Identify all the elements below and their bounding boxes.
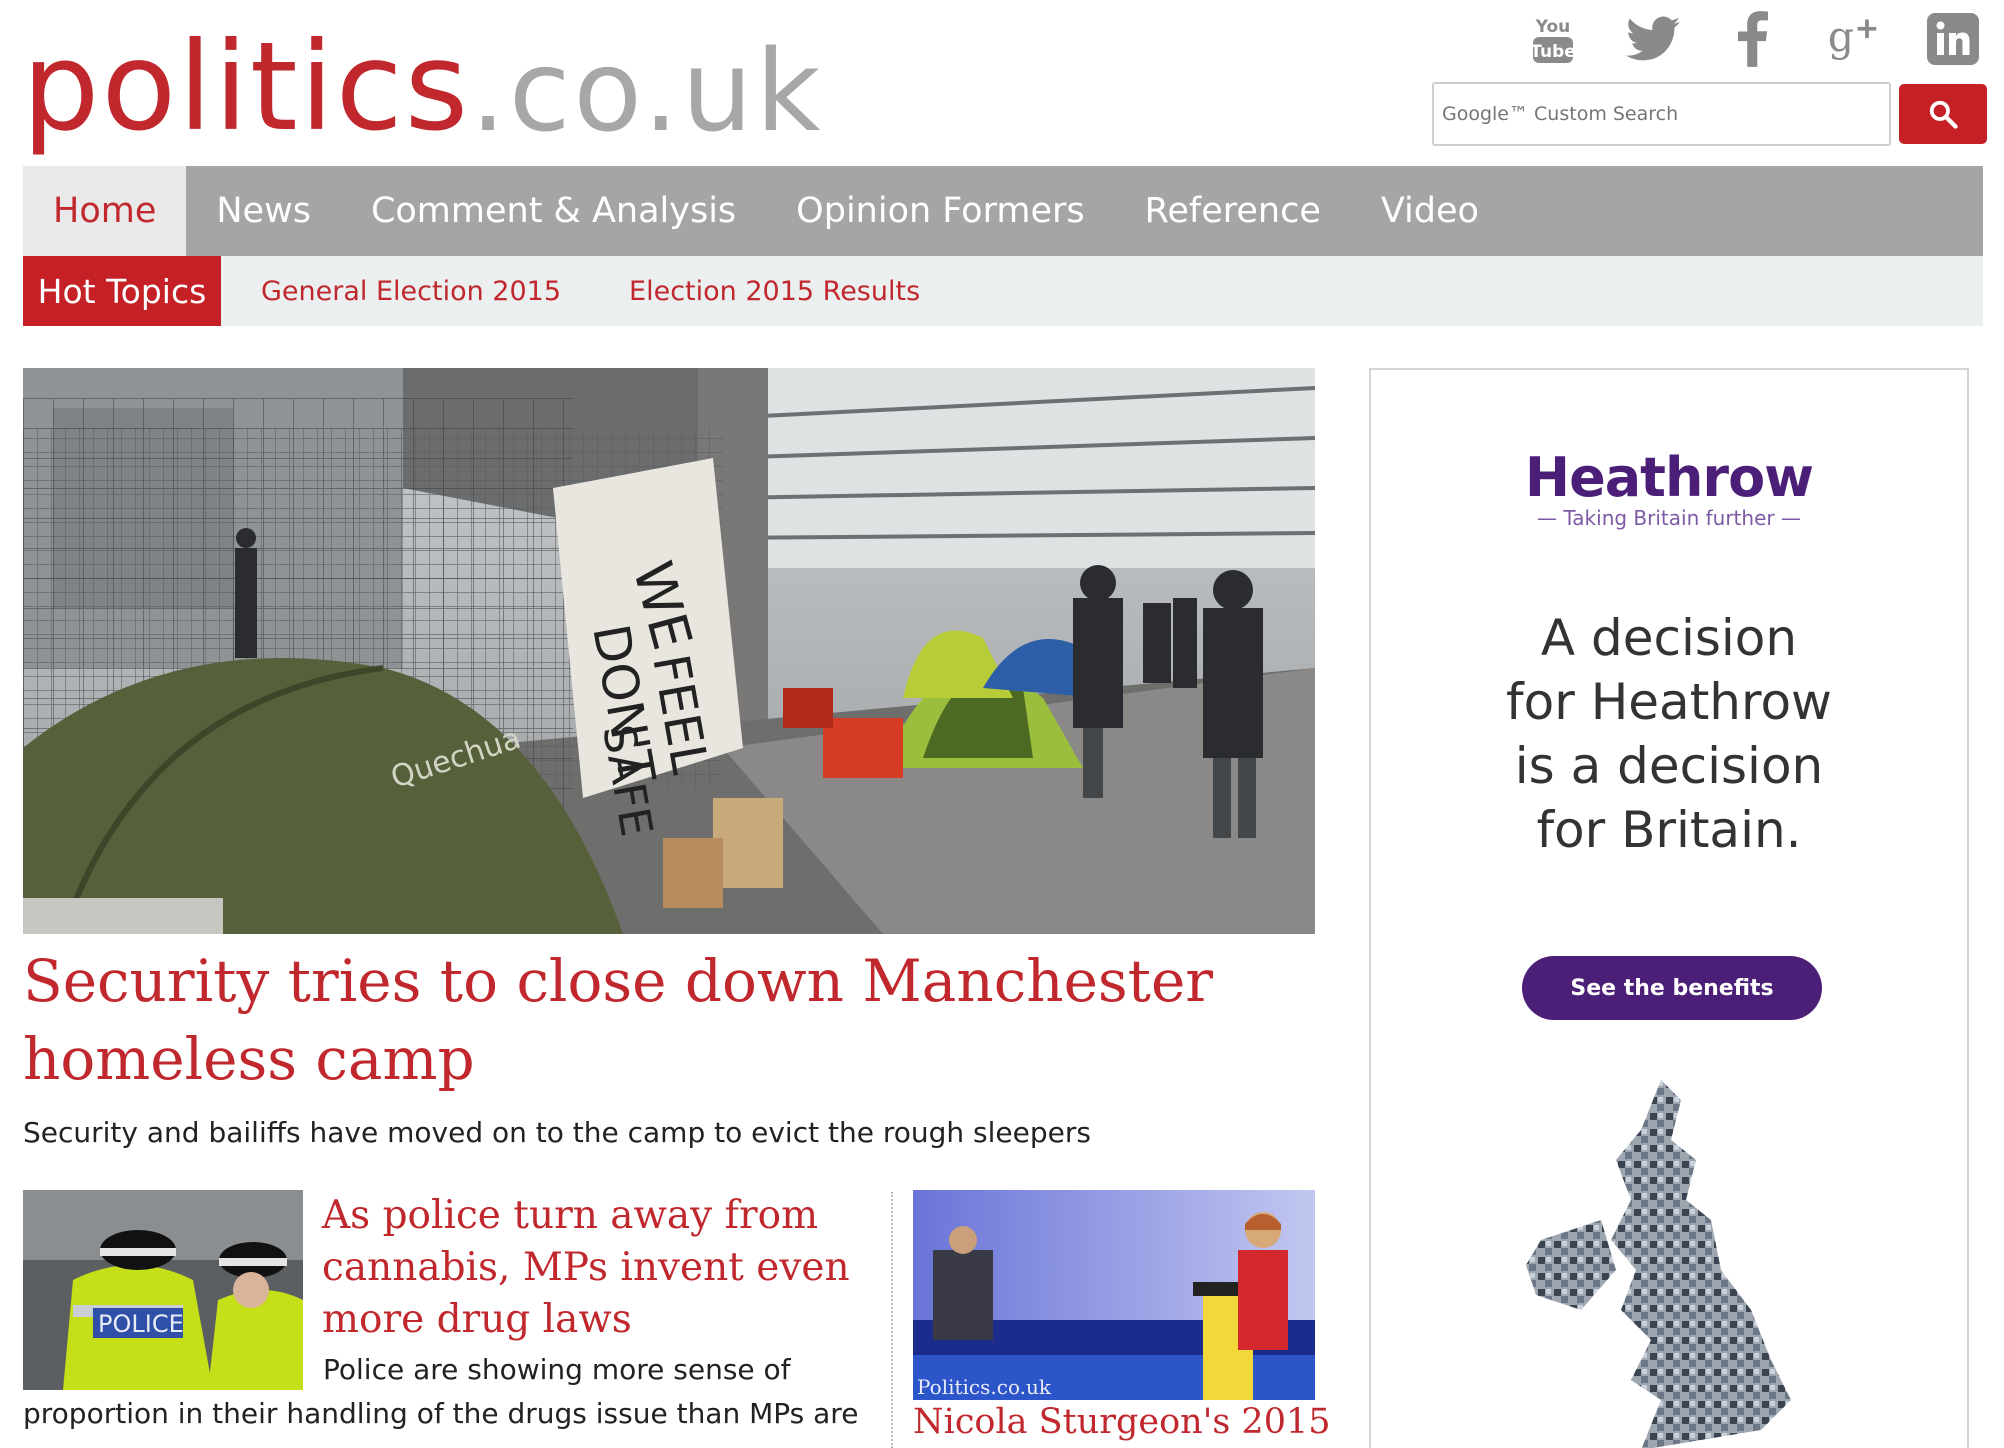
uk-map-mosaic (1521, 1080, 1821, 1448)
heathrow-logo: Heathrow (1524, 446, 1814, 509)
main-nav: Home News Comment & Analysis Opinion For… (23, 166, 1983, 256)
heathrow-advert[interactable]: Heathrow — Taking Britain further — A de… (1369, 368, 1969, 1448)
lead-standfirst: Security and bailiffs have moved on to t… (23, 1116, 1091, 1149)
search-input[interactable] (1442, 103, 1889, 125)
facebook-icon[interactable] (1726, 11, 1780, 67)
search-box[interactable] (1432, 82, 1891, 146)
site-search (1432, 82, 1990, 146)
nav-reference[interactable]: Reference (1115, 166, 1351, 256)
column-divider (891, 1192, 893, 1448)
hot-topics-bar: Hot Topics General Election 2015 Electio… (23, 256, 1983, 326)
hot-topics-label: Hot Topics (23, 256, 221, 326)
advert-copy-line: for Heathrow (1506, 673, 1832, 731)
nav-comment-analysis[interactable]: Comment & Analysis (341, 166, 766, 256)
nav-video[interactable]: Video (1351, 166, 1509, 256)
search-icon (1929, 100, 1958, 129)
search-button[interactable] (1899, 84, 1987, 144)
hot-topic-election-results[interactable]: Election 2015 Results (629, 276, 920, 307)
site-logo[interactable]: politics .co.uk (22, 8, 823, 148)
youtube-icon[interactable]: You Tube (1526, 12, 1580, 66)
advert-copy-line: for Britain. (1536, 801, 1802, 859)
advert-copy-line: A decision (1540, 609, 1798, 667)
advert-copy-line: is a decision (1514, 737, 1824, 795)
heathrow-tagline: — Taking Britain further — (1537, 506, 1801, 530)
story2-headline[interactable]: As police turn away from cannabis, MPs i… (322, 1190, 882, 1346)
linkedin-icon[interactable] (1926, 12, 1980, 66)
logo-brand: politics (22, 16, 471, 158)
nav-opinion-formers[interactable]: Opinion Formers (766, 166, 1114, 256)
logo-tld: .co.uk (470, 27, 824, 157)
svg-text:POLICE: POLICE (98, 1310, 184, 1338)
photo-watermark: Politics.co.uk (917, 1375, 1052, 1399)
google-plus-icon[interactable]: g (1826, 12, 1880, 66)
lead-headline[interactable]: Security tries to close down Manchester … (23, 942, 1315, 1098)
nav-news[interactable]: News (186, 166, 341, 256)
twitter-icon[interactable] (1626, 12, 1680, 66)
story3-headline[interactable]: Nicola Sturgeon's 2015 (913, 1402, 1331, 1442)
svg-text:Tube: Tube (1531, 42, 1575, 62)
lead-story-image[interactable]: WE DON'T FEEL SAFE Quechua (23, 368, 1315, 934)
story2-body-text: Police are showing more sense of proport… (23, 1353, 859, 1430)
see-benefits-button[interactable]: See the benefits (1522, 956, 1822, 1020)
hot-topic-general-election[interactable]: General Election 2015 (261, 276, 561, 307)
svg-text:You: You (1535, 17, 1571, 37)
svg-text:g: g (1828, 13, 1854, 61)
advert-copy: A decision for Heathrow is a decision fo… (1371, 606, 1967, 862)
story3-image[interactable]: Politics.co.uk (913, 1190, 1315, 1400)
story2-body: Police are showing more sense of proport… (23, 1348, 893, 1436)
social-links: You Tube g (1526, 11, 1980, 67)
nav-home[interactable]: Home (23, 166, 187, 256)
